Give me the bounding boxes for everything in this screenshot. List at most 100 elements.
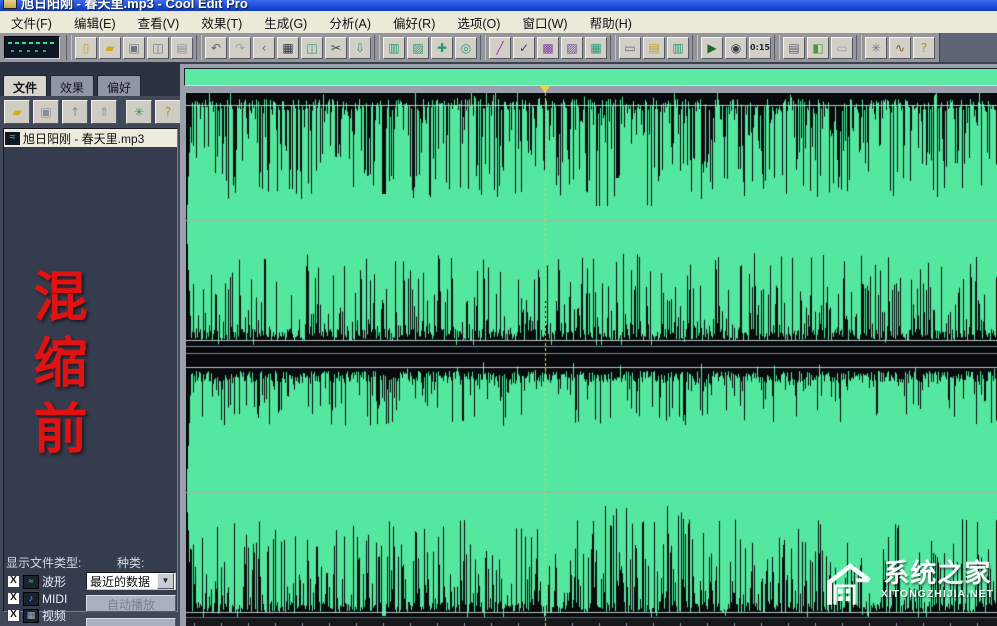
filetype-checkboxes: X≈波形X♪MIDIX▦视频 [7, 573, 67, 624]
filetype-row-MIDI: X♪MIDI [7, 590, 67, 607]
file-list[interactable]: ≈旭日阳刚 - 春天里.mp3 [3, 128, 178, 612]
waveform-canvas[interactable] [186, 93, 997, 626]
levels-button[interactable]: ◧ [807, 37, 829, 59]
app-icon [3, 0, 17, 9]
filetype-row-视频: X▦视频 [7, 607, 67, 624]
overview-bar[interactable] [184, 68, 997, 86]
chevron-down-icon[interactable]: ▼ [157, 573, 174, 589]
clipped-bottom-button[interactable] [86, 618, 176, 626]
blank-window-button[interactable]: ▭ [831, 37, 853, 59]
waveform-view-button[interactable]: ▦ [585, 37, 607, 59]
open-file-button[interactable]: ▰ [4, 100, 30, 124]
cut-button[interactable]: ✂ [325, 37, 347, 59]
tab-偏好[interactable]: 偏好 [97, 75, 141, 96]
filetypes-label: 显示文件类型: [6, 554, 81, 571]
new-file-button[interactable]: ▯ [75, 37, 97, 59]
filetype-label: 波形 [42, 573, 66, 590]
play-button[interactable]: ▶ [701, 37, 723, 59]
menu-item-3[interactable]: 效果(T) [190, 11, 253, 34]
playhead-marker[interactable] [540, 86, 550, 93]
toolbar-separator [374, 35, 380, 60]
organizer-panel: 文件效果偏好 ▰▣↑⇑✳? ≈旭日阳刚 - 春天里.mp3 混缩前 显示文件类型… [0, 62, 181, 626]
cool-edit-pro-window: 旭日阳刚 - 春天里.mp3 - Cool Edit Pro 文件(F)编辑(E… [0, 0, 997, 626]
insert-multitrack-button[interactable]: ✚ [431, 37, 453, 59]
trim-button[interactable]: ▦ [277, 37, 299, 59]
menu-item-2[interactable]: 查看(V) [127, 11, 191, 34]
help-button[interactable]: ? [913, 37, 935, 59]
eq-window-button[interactable]: ▤ [643, 37, 665, 59]
file-name-label: 旭日阳刚 - 春天里.mp3 [23, 130, 144, 147]
sort-select[interactable]: 最近的数据 ▼ [86, 572, 176, 590]
organizer-tabs: 文件效果偏好 [0, 62, 180, 96]
redo-button[interactable]: ↷ [229, 37, 251, 59]
title-bar[interactable]: 旭日阳刚 - 春天里.mp3 - Cool Edit Pro [0, 0, 997, 11]
toolbar-separator [856, 35, 862, 60]
phase-view-button[interactable]: ▨ [561, 37, 583, 59]
waveform-file-icon: ≈ [5, 132, 20, 145]
midi-icon: ♪ [23, 592, 39, 606]
repeat-last-button[interactable]: ‹ [253, 37, 275, 59]
filetype-label: 视频 [42, 607, 66, 624]
menu-bar: 文件(F)编辑(E)查看(V)效果(T)生成(G)分析(A)偏好(R)选项(O)… [0, 11, 997, 34]
save-selection-button[interactable]: ▤ [171, 37, 193, 59]
toolbar-separator [480, 35, 486, 60]
menu-item-6[interactable]: 偏好(R) [382, 11, 446, 34]
spectral-view-button[interactable]: ▩ [537, 37, 559, 59]
checkbox-视频[interactable]: X [7, 609, 20, 622]
settings-button[interactable]: ✳ [865, 37, 887, 59]
mix-paste-button[interactable]: ▨ [407, 37, 429, 59]
checkbox-波形[interactable]: X [7, 575, 20, 588]
toolbar-separator [692, 35, 698, 60]
video-icon: ▦ [23, 609, 39, 623]
insert-cd-button: ⇑ [91, 100, 117, 124]
cue-list-button[interactable]: ▭ [619, 37, 641, 59]
toolbar-separator [196, 35, 202, 60]
waveform-editor [180, 62, 997, 626]
tab-效果[interactable]: 效果 [50, 75, 94, 96]
pencil-edit-button[interactable]: ╱ [489, 37, 511, 59]
menu-item-8[interactable]: 窗口(W) [511, 11, 578, 34]
help-button[interactable]: ? [155, 100, 181, 124]
paste-button[interactable]: ⇩ [349, 37, 371, 59]
find-beats-button[interactable]: ◎ [455, 37, 477, 59]
toolbar-separator [66, 35, 72, 60]
copy-button[interactable]: ◫ [301, 37, 323, 59]
menu-item-4[interactable]: 生成(G) [253, 11, 318, 34]
frequency-button[interactable]: ▤ [783, 37, 805, 59]
selection-mode-button[interactable]: ✓ [513, 37, 535, 59]
play-list-button[interactable]: ▥ [667, 37, 689, 59]
sort-label: 种类: [117, 554, 144, 571]
checkbox-MIDI[interactable]: X [7, 592, 20, 605]
window-title: 旭日阳刚 - 春天里.mp3 - Cool Edit Pro [21, 0, 248, 11]
menu-item-9[interactable]: 帮助(H) [579, 11, 643, 34]
marker-strip[interactable] [184, 85, 997, 93]
level-meter-widget[interactable] [4, 36, 60, 59]
options-button[interactable]: ✳ [126, 100, 152, 124]
timer-button[interactable]: 0:15 [749, 37, 771, 59]
main-toolbar: ▯▰▣◫▤↶↷‹▦◫✂⇩▥▨✚◎╱✓▩▨▦▭▤▥▶◉0:15▤◧▭✳∿? [0, 33, 997, 62]
autoplay-button[interactable]: 自动播放 [86, 595, 176, 612]
open-file-button[interactable]: ▰ [99, 37, 121, 59]
menu-item-7[interactable]: 选项(O) [446, 11, 511, 34]
menu-item-0[interactable]: 文件(F) [0, 11, 63, 34]
toolbar-band: ▯▰▣◫▤↶↷‹▦◫✂⇩▥▨✚◎╱✓▩▨▦▭▤▥▶◉0:15▤◧▭✳∿? [0, 33, 940, 62]
undo-button[interactable]: ↶ [205, 37, 227, 59]
filetype-label: MIDI [42, 592, 67, 606]
toolbar-separator [774, 35, 780, 60]
insert-multitrack-button: ↑ [62, 100, 88, 124]
save-button[interactable]: ▣ [123, 37, 145, 59]
toolbar-separator [610, 35, 616, 60]
paste-new-button[interactable]: ▥ [383, 37, 405, 59]
filetype-row-波形: X≈波形 [7, 573, 67, 590]
waveform-icon: ≈ [23, 575, 39, 589]
sort-selected-value: 最近的数据 [87, 573, 157, 590]
zoom-button[interactable]: ◉ [725, 37, 747, 59]
organizer-toolbar: ▰▣↑⇑ ✳? [4, 100, 181, 124]
close-file-button: ▣ [33, 100, 59, 124]
scripts-button[interactable]: ∿ [889, 37, 911, 59]
save-as-button[interactable]: ◫ [147, 37, 169, 59]
tab-文件[interactable]: 文件 [3, 75, 47, 96]
menu-item-1[interactable]: 编辑(E) [63, 11, 127, 34]
menu-item-5[interactable]: 分析(A) [318, 11, 382, 34]
file-list-item[interactable]: ≈旭日阳刚 - 春天里.mp3 [4, 129, 177, 147]
